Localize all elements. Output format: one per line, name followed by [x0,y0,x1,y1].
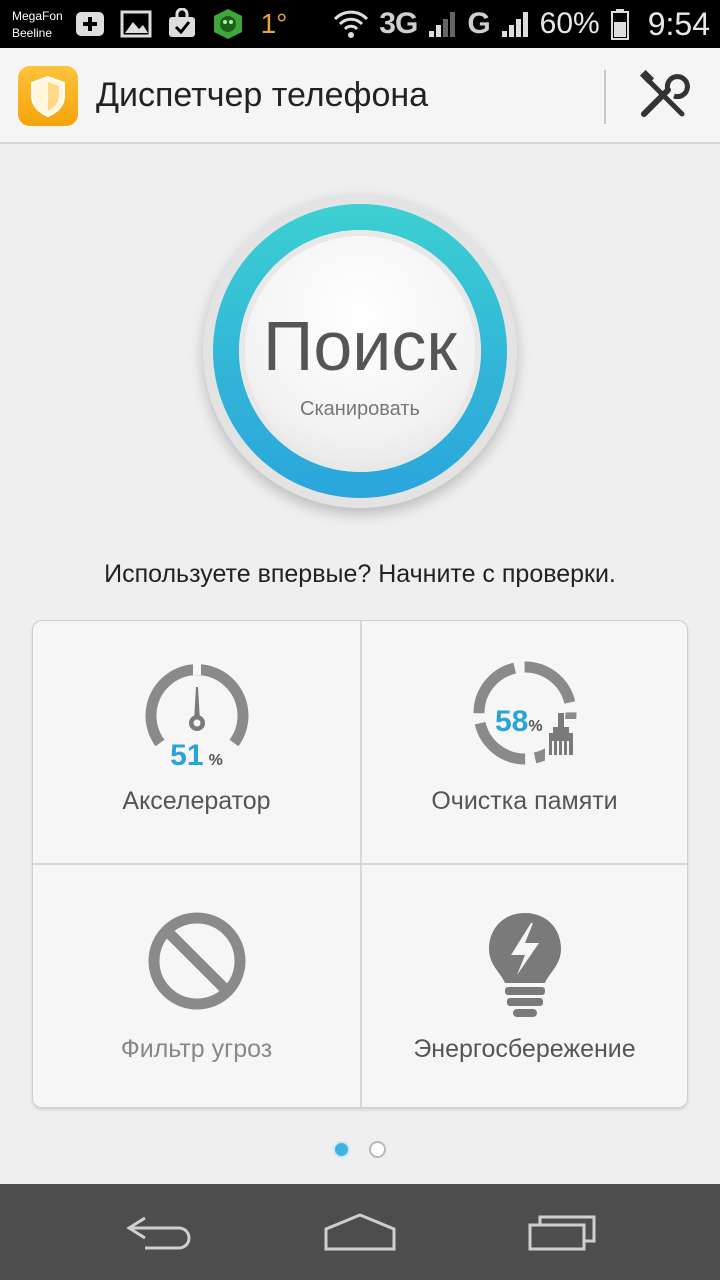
first-use-hint: Используете впервые? Начните с проверки. [104,560,616,588]
status-bar: MegaFon Beeline 1° 3G G 60% 9:54 [0,0,720,48]
scan-subtitle: Сканировать [300,398,420,420]
shield-icon [18,66,78,126]
scan-title: Поиск [263,307,457,385]
memory-value: 58 [495,705,529,738]
shopping-bag-icon [164,6,200,42]
weather-temp: 1° [260,8,288,39]
tile-label: Энергосбережение [413,1035,636,1063]
add-icon [72,6,108,42]
lightbulb-bolt-icon [489,913,561,1017]
back-button[interactable] [112,1204,208,1260]
carrier-2: Beeline [12,26,53,40]
scan-button[interactable]: Поиск Сканировать [203,194,517,508]
wifi-icon [334,10,369,38]
tile-memory-cleanup[interactable]: 58% Очистка памяти [361,621,688,863]
tile-power-saving[interactable]: Энергосбережение [361,865,688,1107]
network-type-1: 3G [379,7,418,40]
page-indicator-2[interactable] [369,1141,386,1158]
memory-percent: 58% [495,705,543,739]
home-button[interactable] [312,1204,408,1260]
page-indicator-1[interactable] [333,1141,350,1158]
page-title: Диспетчер телефона [96,76,429,114]
memory-unit: % [528,718,543,735]
feature-grid: 51 % Акселератор 58% Очистка памяти Филь… [32,620,688,1108]
divider [604,70,606,124]
block-icon [148,912,246,1010]
recents-button[interactable] [514,1204,610,1260]
weather-icon: 1° [256,6,292,42]
speedometer-icon [145,661,249,747]
battery-percent: 60% [539,7,600,40]
tools-icon [639,70,690,117]
signal-icon [429,12,456,37]
network-type-2: G [467,7,490,40]
accelerator-value: 51 [170,739,204,772]
battery-icon [610,9,629,40]
clock: 9:54 [647,5,710,42]
carrier-1: MegaFon [12,9,63,23]
app-bar: Диспетчер телефона [0,48,720,144]
tile-label: Фильтр угроз [120,1035,273,1063]
tile-accelerator[interactable]: 51 % Акселератор [33,621,360,863]
accelerator-unit: % [208,752,223,769]
security-app-icon [210,6,246,42]
status-indicators: 3G G 60% 9:54 [333,0,710,48]
back-icon [126,1216,191,1250]
tile-label: Очистка памяти [431,787,618,815]
recents-icon [528,1215,596,1251]
accelerator-percent: 51 % [33,739,360,773]
image-icon [118,6,154,42]
navigation-bar [0,1184,720,1280]
tile-threat-filter[interactable]: Фильтр угроз [33,865,360,1107]
signal-icon [501,12,528,37]
tile-label: Акселератор [122,787,271,815]
settings-button[interactable] [628,66,700,126]
carrier-names: MegaFon Beeline [12,8,63,42]
home-icon [324,1213,396,1251]
notification-icons: 1° [72,6,292,42]
